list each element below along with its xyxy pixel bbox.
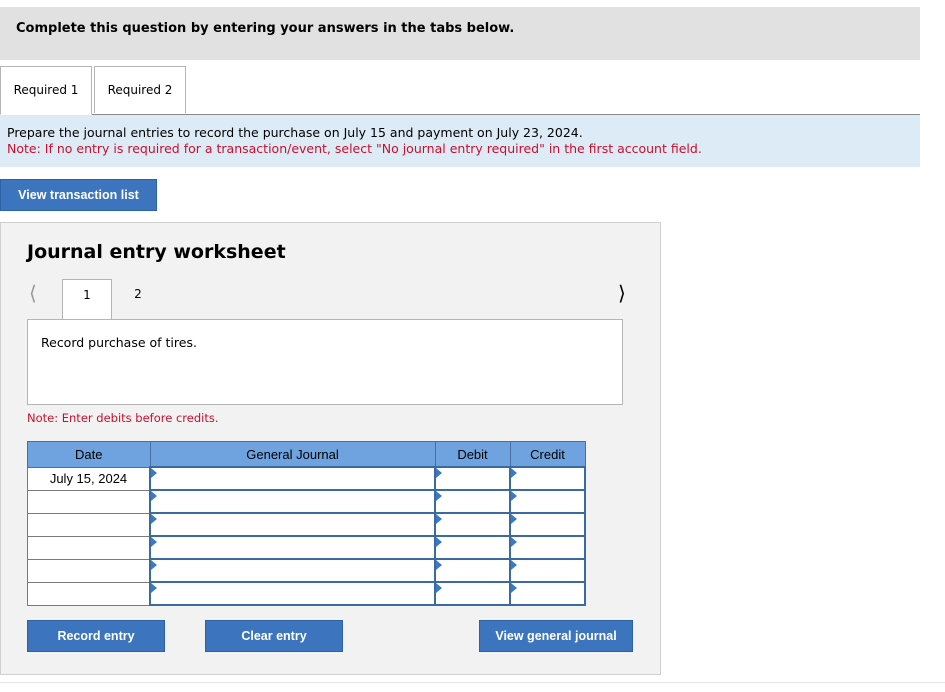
instruction-banner: Complete this question by entering your …	[0, 7, 920, 60]
credit-field[interactable]	[509, 512, 586, 537]
view-transaction-list-button[interactable]: View transaction list	[0, 179, 157, 211]
record-entry-button[interactable]: Record entry	[27, 620, 165, 652]
bottom-divider	[0, 682, 945, 683]
column-date: Date	[27, 441, 151, 468]
prompt-box: Prepare the journal entries to record th…	[0, 115, 920, 167]
transaction-description: Record purchase of tires.	[27, 319, 623, 405]
worksheet-tab-2[interactable]: 2	[113, 279, 163, 320]
instruction-text: Complete this question by entering your …	[16, 21, 515, 36]
column-credit: Credit	[509, 441, 586, 468]
required-tabs: Required 1 Required 2	[0, 66, 920, 115]
debit-field[interactable]	[434, 581, 511, 606]
account-field[interactable]	[149, 535, 436, 560]
table-row	[27, 489, 586, 514]
account-field[interactable]	[149, 512, 436, 537]
prompt-text: Prepare the journal entries to record th…	[7, 125, 583, 140]
date-cell[interactable]: July 15, 2024	[27, 466, 151, 491]
table-row: July 15, 2024	[27, 466, 586, 491]
debit-field[interactable]	[434, 466, 511, 491]
debit-field[interactable]	[434, 558, 511, 583]
tab-required-2[interactable]: Required 2	[94, 66, 186, 113]
credit-field[interactable]	[509, 466, 586, 491]
date-cell[interactable]	[27, 581, 151, 606]
credit-field[interactable]	[509, 489, 586, 514]
view-general-journal-button[interactable]: View general journal	[479, 620, 633, 652]
journal-worksheet-panel: Journal entry worksheet ⟨ ⟩ 1 2 Record p…	[0, 222, 661, 675]
credit-field[interactable]	[509, 558, 586, 583]
column-general-journal: General Journal	[149, 441, 436, 468]
journal-grid: Date General Journal Debit Credit July 1…	[27, 441, 586, 606]
table-row	[27, 512, 586, 537]
debit-field[interactable]	[434, 512, 511, 537]
table-row	[27, 535, 586, 560]
journal-table: Date General Journal Debit Credit July 1…	[27, 441, 586, 606]
table-row	[27, 558, 586, 583]
date-cell[interactable]	[27, 512, 151, 537]
date-cell[interactable]	[27, 558, 151, 583]
account-field[interactable]	[149, 489, 436, 514]
tab-required-1[interactable]: Required 1	[0, 66, 92, 115]
date-cell[interactable]	[27, 489, 151, 514]
account-field[interactable]	[149, 581, 436, 606]
worksheet-tab-1[interactable]: 1	[62, 279, 112, 321]
table-row	[27, 581, 586, 606]
prompt-note: Note: If no entry is required for a tran…	[7, 141, 702, 156]
account-field[interactable]	[149, 558, 436, 583]
debits-note: Note: Enter debits before credits.	[27, 411, 219, 425]
column-debit: Debit	[434, 441, 511, 468]
date-cell[interactable]	[27, 535, 151, 560]
debit-field[interactable]	[434, 535, 511, 560]
chevron-left-icon[interactable]: ⟨	[29, 281, 37, 305]
worksheet-title: Journal entry worksheet	[27, 241, 286, 263]
credit-field[interactable]	[509, 581, 586, 606]
clear-entry-button[interactable]: Clear entry	[205, 620, 343, 652]
credit-field[interactable]	[509, 535, 586, 560]
description-text: Record purchase of tires.	[41, 335, 197, 350]
account-field[interactable]	[149, 466, 436, 491]
chevron-right-icon[interactable]: ⟩	[618, 281, 626, 305]
debit-field[interactable]	[434, 489, 511, 514]
